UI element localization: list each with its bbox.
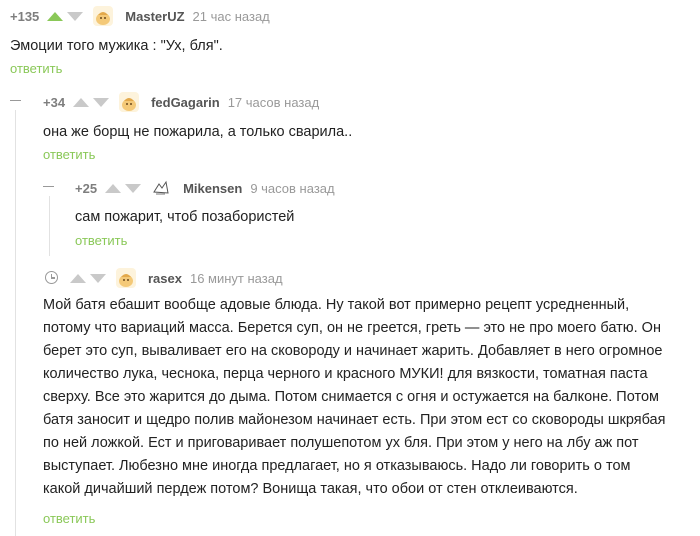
comment-header: +135 MasterUZ 21 час назад <box>10 6 270 26</box>
default-avatar-icon[interactable] <box>116 268 136 288</box>
default-avatar-icon[interactable] <box>119 92 140 112</box>
downvote-icon[interactable] <box>67 11 84 21</box>
upvote-icon[interactable] <box>70 273 86 283</box>
comment-rating: +25 <box>75 180 98 196</box>
clock-icon <box>45 271 58 284</box>
comment-text: Мой батя ебашит вообще адовые блюда. Ну … <box>43 294 693 501</box>
comment-text-line: потому что вариаций масса. Берется суп, … <box>43 320 661 336</box>
comment-header: rasex 16 минут назад <box>70 268 283 288</box>
sketch-avatar-icon[interactable] <box>151 178 172 198</box>
comment-rating: +34 <box>43 94 66 110</box>
comment-header: +25 Mikensen 9 часов назад <box>75 178 335 198</box>
downvote-icon[interactable] <box>93 97 110 107</box>
comment-text-line: выступает. Любезно мне иногда предлагает… <box>43 458 631 474</box>
collapse-icon[interactable] <box>10 100 21 101</box>
comment-username[interactable]: fedGagarin <box>151 95 220 110</box>
comment-text-line: сверху. Все это жарится до дыма. Потом с… <box>43 389 659 405</box>
comment-time[interactable]: 21 час назад <box>193 9 270 24</box>
thread-line <box>49 196 50 256</box>
comment-text-line: батя заносит и щедро полив майонезом нач… <box>43 412 666 428</box>
reply-button[interactable]: ответить <box>43 511 95 526</box>
comment-time[interactable]: 17 часов назад <box>228 95 320 110</box>
upvote-icon[interactable] <box>47 11 64 21</box>
comment-text-line: по ней ложкой. Ест и приговаривает полуш… <box>43 435 639 451</box>
comment-rating: +135 <box>10 8 40 24</box>
comment-username[interactable]: Mikensen <box>183 181 242 196</box>
comment-text-line: какой дичайший пердеж потом? Вонища така… <box>43 481 578 497</box>
comment-text: она же борщ не пожарила, а только сварил… <box>43 124 353 140</box>
comment-time[interactable]: 16 минут назад <box>190 271 283 286</box>
comment-text-line: берет это суп, вываливает его на сковоро… <box>43 343 663 359</box>
upvote-icon[interactable] <box>105 183 122 193</box>
upvote-icon[interactable] <box>73 97 90 107</box>
thread-line <box>15 110 16 536</box>
reply-button[interactable]: ответить <box>75 233 127 248</box>
comment-text: сам пожарит, чтоб позабористей <box>75 209 295 225</box>
collapse-icon[interactable] <box>43 186 54 187</box>
reply-button[interactable]: ответить <box>10 61 62 76</box>
comment-text-line: количество лука, чеснока, перца черного … <box>43 366 648 382</box>
comment-time[interactable]: 9 часов назад <box>250 181 334 196</box>
comment-text: Эмоции того мужика : "Ух, бля". <box>10 38 223 54</box>
downvote-icon[interactable] <box>90 273 106 283</box>
reply-button[interactable]: ответить <box>43 147 95 162</box>
downvote-icon[interactable] <box>125 183 142 193</box>
comment-text-line: Мой батя ебашит вообще адовые блюда. Ну … <box>43 297 630 313</box>
comment-header: +34 fedGagarin 17 часов назад <box>43 92 319 112</box>
comment-username[interactable]: rasex <box>148 271 182 286</box>
default-avatar-icon[interactable] <box>93 6 114 26</box>
comment-username[interactable]: MasterUZ <box>125 9 184 24</box>
